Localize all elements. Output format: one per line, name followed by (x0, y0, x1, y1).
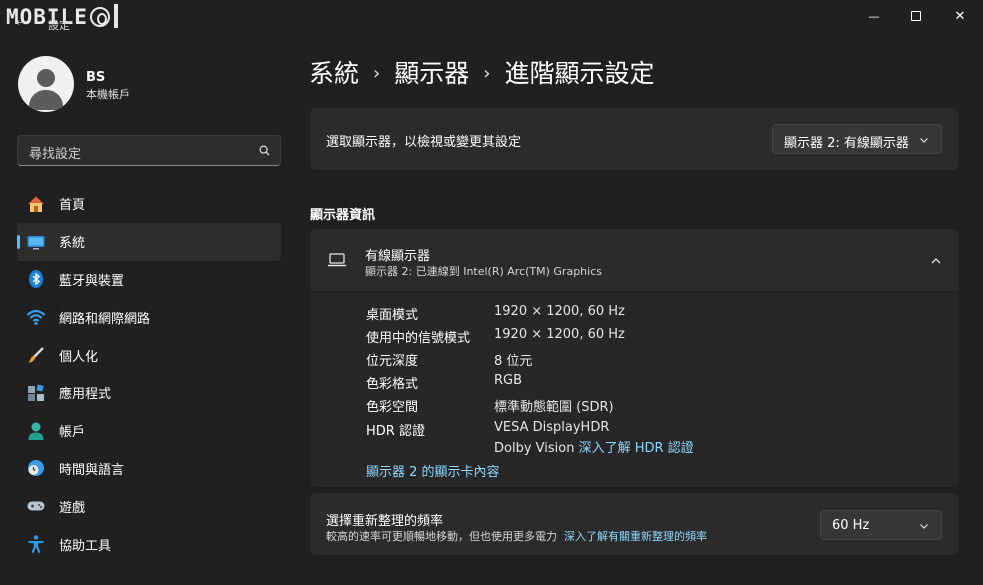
chevron-down-icon (920, 524, 928, 529)
sidebar-item-apps[interactable]: 應用程式 (17, 374, 281, 412)
display-info-subtitle: 顯示器 2: 已連線到 Intel(R) Arc(TM) Graphics (365, 265, 602, 278)
account-type: 本機帳戶 (86, 88, 130, 101)
clock-globe-icon (26, 458, 46, 478)
sidebar-item-system[interactable]: 系統 (17, 222, 281, 261)
wifi-icon (26, 307, 46, 327)
maximize-button[interactable] (893, 0, 939, 32)
refresh-rate-value: 60 Hz (832, 518, 870, 533)
close-icon: ✕ (954, 8, 966, 24)
info-row-value: 1920 × 1200, 60 Hz (494, 327, 625, 342)
brush-icon (26, 345, 46, 365)
chevron-down-icon (920, 138, 928, 143)
info-row-key: 色彩格式 (366, 377, 419, 392)
accessibility-icon (26, 534, 46, 554)
sidebar-item-label: 系統 (59, 236, 86, 252)
avatar-head-icon (37, 69, 55, 87)
breadcrumb: 系統 › 顯示器 › 進階顯示設定 (309, 54, 654, 90)
sidebar-item-label: 時間與語言 (59, 462, 125, 478)
display-info-card: 有線顯示器 顯示器 2: 已連線到 Intel(R) Arc(TM) Graph… (310, 229, 958, 487)
hdr-learn-more-link[interactable]: 深入了解 HDR 認證 (579, 441, 694, 456)
sidebar-item-time-language[interactable]: 時間與語言 (17, 450, 281, 488)
breadcrumb-separator: › (373, 63, 381, 84)
info-row-value: RGB (494, 373, 523, 388)
sidebar-item-gaming[interactable]: 遊戲 (17, 487, 281, 525)
back-button[interactable]: ← (16, 16, 25, 29)
sidebar-item-label: 首頁 (59, 198, 86, 214)
display-select-value: 顯示器 2: 有線顯示器 (784, 136, 909, 151)
sidebar-item-home[interactable]: 首頁 (17, 185, 281, 223)
breadcrumb-separator: › (483, 63, 491, 84)
maximize-icon (911, 11, 921, 21)
avatar-body-icon (29, 90, 63, 110)
info-row-key: 使用中的信號模式 (366, 331, 471, 346)
display-info-header[interactable]: 有線顯示器 顯示器 2: 已連線到 Intel(R) Arc(TM) Graph… (310, 229, 958, 292)
sidebar-item-label: 網路和網際網路 (59, 311, 151, 327)
sidebar-item-personalization[interactable]: 個人化 (17, 336, 281, 374)
app-title: 設定 (48, 19, 70, 32)
laptop-icon (328, 253, 346, 267)
sidebar-item-label: 帳戶 (59, 425, 86, 441)
apps-icon (26, 383, 46, 403)
chevron-up-icon[interactable] (930, 255, 942, 267)
bluetooth-icon (26, 269, 46, 289)
minimize-icon: — (868, 9, 880, 23)
adapter-properties-link[interactable]: 顯示器 2 的顯示卡內容 (366, 461, 500, 480)
info-row-key: HDR 認證 (366, 424, 425, 439)
page-title: 進階顯示設定 (504, 59, 655, 88)
select-display-label: 選取顯示器，以檢視或變更其設定 (326, 135, 522, 150)
gamepad-icon (26, 496, 46, 516)
sidebar-item-accounts[interactable]: 帳戶 (17, 412, 281, 450)
dolby-vision-text: Dolby Vision (494, 441, 575, 456)
title-bar: MOBILE ← 設定 — ✕ (0, 0, 983, 32)
info-row-key: 桌面模式 (366, 308, 419, 323)
search-input[interactable]: 尋找設定 (17, 135, 281, 166)
sidebar-item-label: 協助工具 (59, 538, 112, 554)
info-row-value: 1920 × 1200, 60 Hz (494, 304, 625, 319)
sidebar-item-accessibility[interactable]: 協助工具 (17, 525, 281, 563)
account-icon (26, 421, 46, 441)
home-icon (26, 194, 46, 214)
info-row-key: 色彩空間 (366, 400, 419, 415)
refresh-rate-desc-text: 較高的速率可更順暢地移動，但也使用更多電力 (326, 530, 557, 543)
search-icon (259, 145, 270, 156)
system-display-icon (26, 232, 46, 252)
minimize-button[interactable]: — (851, 0, 897, 32)
info-row-key: 位元深度 (366, 354, 419, 369)
display-info-title: 有線顯示器 (365, 249, 431, 264)
breadcrumb-item-system[interactable]: 系統 (309, 59, 359, 88)
close-button[interactable]: ✕ (937, 0, 983, 32)
breadcrumb-item-display[interactable]: 顯示器 (394, 59, 469, 88)
info-row-value: 標準動態範圍 (SDR) (494, 400, 614, 415)
refresh-rate-description: 較高的速率可更順暢地移動，但也使用更多電力 深入了解有關重新整理的頻率 (326, 528, 707, 544)
sidebar-item-network[interactable]: 網路和網際網路 (17, 298, 281, 336)
avatar[interactable] (18, 56, 74, 112)
refresh-rate-title: 選擇重新整理的頻率 (326, 514, 444, 529)
display-select-dropdown[interactable]: 顯示器 2: 有線顯示器 (772, 124, 942, 154)
account-name: BS (86, 70, 106, 85)
hdr-line: Dolby Vision 深入了解 HDR 認證 (494, 437, 694, 456)
sidebar-item-label: 藍牙與裝置 (59, 273, 125, 289)
sidebar-item-bluetooth[interactable]: 藍牙與裝置 (17, 261, 281, 299)
info-row-value: VESA DisplayHDR (494, 420, 610, 435)
refresh-rate-dropdown[interactable]: 60 Hz (820, 510, 942, 540)
sidebar-item-label: 應用程式 (59, 387, 112, 403)
search-placeholder: 尋找設定 (29, 147, 82, 162)
info-row-value: 8 位元 (494, 354, 533, 369)
sidebar-item-label: 個人化 (59, 349, 99, 365)
sidebar-nav: 首頁 系統 藍牙與裝置 網路和網際網路 個人化 應用程式 帳戶 時間與語言 遊戲… (17, 185, 281, 563)
sidebar-item-label: 遊戲 (59, 500, 86, 516)
refresh-rate-learn-more-link[interactable]: 深入了解有關重新整理的頻率 (564, 530, 707, 543)
section-title: 顯示器資訊 (310, 208, 376, 223)
